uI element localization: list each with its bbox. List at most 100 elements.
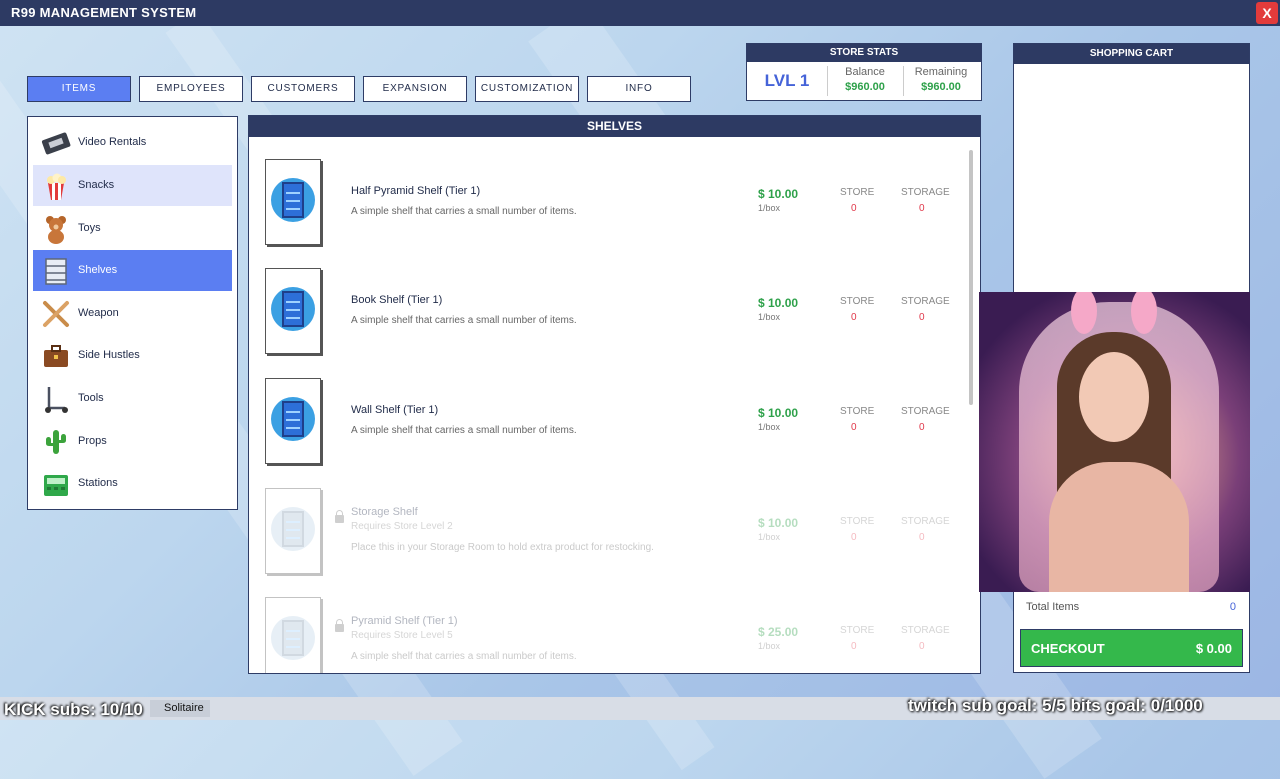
- webcam-overlay: [979, 292, 1250, 592]
- remaining-value: $960.00: [921, 81, 961, 93]
- balance-value: $960.00: [845, 81, 885, 93]
- store-label: STORE: [840, 187, 875, 198]
- cactus-icon: [46, 430, 66, 454]
- shopping-cart-header: SHOPPING CART: [1014, 44, 1249, 64]
- item-thumbnail: [265, 597, 321, 673]
- sidebar-item-label: Side Hustles: [78, 349, 140, 361]
- item-unit: 1/box: [758, 312, 781, 322]
- sidebar-item-tools[interactable]: Tools: [33, 378, 232, 419]
- window-title: R99 MANAGEMENT SYSTEM: [11, 5, 197, 20]
- twitch-goals: twitch sub goal: 5/5 bits goal: 0/1000: [908, 696, 1203, 715]
- item-price: $ 10.00: [758, 187, 799, 201]
- storage-count: 0: [919, 422, 925, 433]
- store-label: STORE: [840, 406, 875, 417]
- cash-register-icon: [44, 475, 68, 496]
- shelf-icon: [282, 291, 304, 327]
- item-name: Storage Shelf: [351, 506, 418, 518]
- shelf-icon: [282, 182, 304, 218]
- vhs-tape-icon: [41, 132, 71, 155]
- taskbar-solitaire[interactable]: Solitaire: [150, 700, 210, 717]
- lock-icon: [335, 619, 344, 632]
- balance-label: Balance: [845, 66, 885, 78]
- sidebar-item-video-rentals[interactable]: Video Rentals: [33, 122, 232, 163]
- shelf-icon: [282, 401, 304, 437]
- store-stats-panel: STORE STATS LVL 1 Balance $960.00 Remain…: [746, 43, 982, 101]
- item-name: Wall Shelf (Tier 1): [351, 404, 439, 416]
- storage-count: 0: [919, 532, 925, 543]
- store-level: LVL 1: [764, 71, 810, 90]
- storage-label: STORAGE: [901, 516, 950, 527]
- tab-customization[interactable]: CUSTOMIZATION: [475, 76, 579, 102]
- item-description: A simple shelf that carries a small numb…: [351, 425, 577, 436]
- shop-item-row-locked: Pyramid Shelf (Tier 1) Requires Store Le…: [265, 597, 965, 673]
- panel-title: SHELVES: [249, 116, 980, 137]
- teddy-bear-icon: [46, 216, 66, 244]
- shop-item-row[interactable]: Book Shelf (Tier 1) A simple shelf that …: [265, 268, 965, 360]
- item-price: $ 10.00: [758, 406, 799, 420]
- sidebar-item-label: Props: [78, 435, 107, 447]
- total-items: Total Items 0: [1026, 601, 1236, 613]
- sidebar-item-label: Video Rentals: [78, 136, 147, 148]
- tab-expansion[interactable]: EXPANSION: [363, 76, 467, 102]
- lock-icon: [335, 510, 344, 523]
- item-description: A simple shelf that carries a small numb…: [351, 206, 577, 217]
- item-price: $ 25.00: [758, 625, 799, 639]
- sidebar-item-snacks[interactable]: Snacks: [33, 165, 232, 206]
- item-name: Book Shelf (Tier 1): [351, 294, 443, 306]
- sidebar-item-side-hustles[interactable]: Side Hustles: [33, 335, 232, 376]
- store-label: STORE: [840, 296, 875, 307]
- crossed-bats-icon: [43, 301, 69, 327]
- shelf-icon: [282, 511, 304, 547]
- popcorn-icon: [47, 173, 66, 200]
- storage-label: STORAGE: [901, 296, 950, 307]
- shop-item-row-locked: Storage Shelf Requires Store Level 2 Pla…: [265, 488, 965, 580]
- shop-item-row[interactable]: Wall Shelf (Tier 1) A simple shelf that …: [265, 378, 965, 470]
- title-bar: R99 MANAGEMENT SYSTEM X: [0, 0, 1280, 26]
- remaining-stat: Remaining $960.00: [903, 66, 979, 93]
- tab-employees[interactable]: EMPLOYEES: [139, 76, 243, 102]
- storage-label: STORAGE: [901, 187, 950, 198]
- item-requirement: Requires Store Level 2: [351, 521, 453, 532]
- kick-subs-goal: KICK subs: 10/10: [4, 700, 143, 719]
- scrollbar[interactable]: [969, 150, 973, 405]
- sidebar-item-label: Snacks: [78, 179, 115, 191]
- sidebar-item-label: Stations: [78, 477, 118, 489]
- store-label: STORE: [840, 625, 875, 636]
- item-unit: 1/box: [758, 422, 781, 432]
- tab-info[interactable]: INFO: [587, 76, 691, 102]
- scooter-icon: [45, 387, 68, 413]
- balance-stat: Balance $960.00: [827, 66, 903, 93]
- store-count: 0: [851, 312, 857, 323]
- briefcase-icon: [44, 345, 68, 367]
- item-description: A simple shelf that carries a small numb…: [351, 651, 577, 662]
- item-requirement: Requires Store Level 5: [351, 630, 453, 641]
- sidebar-item-label: Toys: [78, 222, 101, 234]
- tab-items[interactable]: ITEMS: [27, 76, 131, 102]
- sidebar-item-weapon[interactable]: Weapon: [33, 293, 232, 334]
- shop-item-row[interactable]: Half Pyramid Shelf (Tier 1) A simple she…: [265, 159, 965, 251]
- item-unit: 1/box: [758, 203, 781, 213]
- sidebar-item-stations[interactable]: Stations: [33, 463, 232, 504]
- item-unit: 1/box: [758, 532, 781, 542]
- tab-customers[interactable]: CUSTOMERS: [251, 76, 355, 102]
- item-name: Pyramid Shelf (Tier 1): [351, 615, 458, 627]
- item-thumbnail: [265, 159, 321, 245]
- shelves-panel: SHELVES Half Pyramid Shelf (Tier 1) A si…: [248, 115, 981, 674]
- sidebar-item-shelves[interactable]: Shelves: [33, 250, 232, 291]
- store-count: 0: [851, 203, 857, 214]
- sidebar-item-toys[interactable]: Toys: [33, 208, 232, 249]
- store-count: 0: [851, 532, 857, 543]
- sidebar-item-props[interactable]: Props: [33, 421, 232, 462]
- shelf-icon: [45, 258, 67, 285]
- checkout-button[interactable]: CHECKOUT $ 0.00: [1020, 629, 1243, 667]
- item-unit: 1/box: [758, 641, 781, 651]
- remaining-label: Remaining: [914, 66, 968, 78]
- sidebar-item-label: Weapon: [78, 307, 119, 319]
- store-label: STORE: [840, 516, 875, 527]
- close-button[interactable]: X: [1256, 2, 1278, 24]
- total-items-count: 0: [1229, 601, 1236, 613]
- sidebar-item-label: Shelves: [78, 264, 118, 276]
- item-thumbnail: [265, 268, 321, 354]
- store-count: 0: [851, 641, 857, 652]
- item-price: $ 10.00: [758, 516, 799, 530]
